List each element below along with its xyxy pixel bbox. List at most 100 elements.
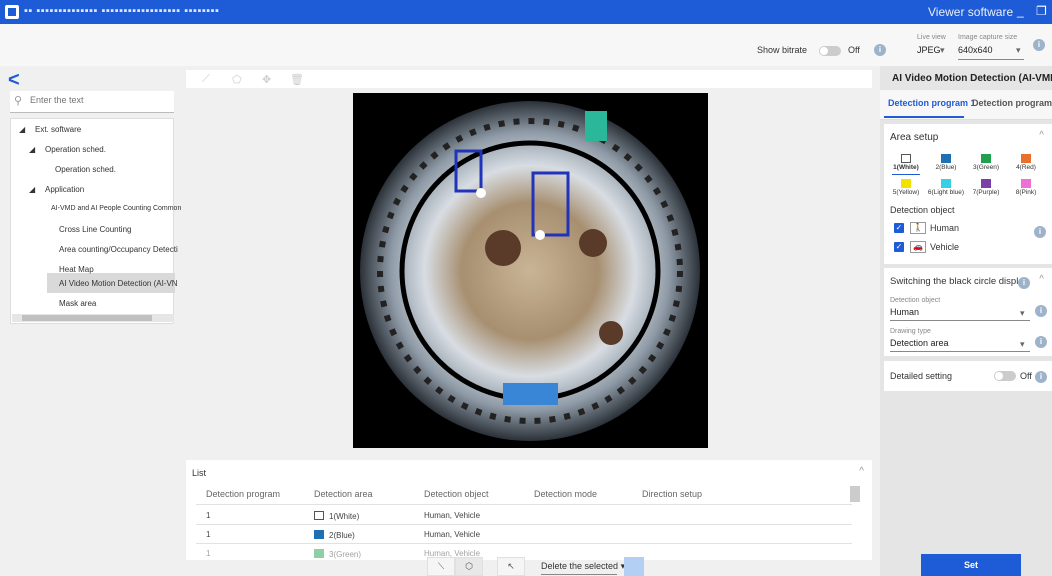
area-handle[interactable] — [476, 188, 486, 198]
delete-tool-icon[interactable]: 🗑 — [290, 73, 304, 86]
black-circle-card: Switching the black circle displa i ^ De… — [884, 268, 1052, 356]
tree-item-operation-sched-child[interactable]: Operation sched. — [55, 165, 116, 174]
chevron-down-icon[interactable]: ▾ — [1020, 339, 1025, 350]
area-setup-card: Area setup ^ 1(White) 2(Blue) 3(Green) 4… — [884, 124, 1052, 264]
delete-selected-dropdown[interactable]: Delete the selected ▾ — [541, 561, 625, 572]
header-direction[interactable]: Direction setup — [642, 489, 702, 499]
header-area[interactable]: Detection area — [314, 489, 373, 499]
row-divider — [196, 524, 852, 525]
area-color-5[interactable]: 5(Yellow) — [886, 179, 926, 196]
header-program[interactable]: Detection program — [206, 489, 280, 499]
object-info-icon[interactable]: i — [1034, 226, 1046, 238]
select-underline — [890, 351, 1030, 352]
polygon-tool-icon[interactable]: ⬡ — [455, 557, 483, 576]
settings-panel: AI Video Motion Detection (AI-VMD) Detec… — [880, 66, 1052, 576]
horizontal-scrollbar[interactable] — [12, 314, 174, 322]
table-cell-area[interactable]: 1(White) — [314, 511, 359, 521]
area-color-2[interactable]: 2(Blue) — [926, 154, 966, 171]
vehicle-checkbox[interactable]: ✓ — [894, 242, 904, 252]
tree-item-operation-sched[interactable]: Operation sched. — [45, 145, 106, 154]
detailed-setting-card: Detailed setting Off i — [884, 361, 1052, 391]
chevron-up-icon[interactable]: ^ — [1039, 274, 1044, 285]
list-title: List — [192, 468, 207, 478]
tree-arrow-icon[interactable]: ◢ — [29, 185, 35, 194]
restore-button[interactable]: ❐ — [1036, 4, 1047, 18]
black-circle-info-icon[interactable]: i — [1018, 277, 1030, 289]
trash-icon[interactable] — [624, 557, 644, 576]
window-title: ▪▪ ▪▪▪▪▪▪▪▪▪▪▪▪▪▪ ▪▪▪▪▪▪▪▪▪▪▪▪▪▪▪▪▪▪ ▪▪▪… — [24, 5, 220, 17]
detailed-setting-label: Detailed setting — [890, 371, 953, 381]
area-color-6[interactable]: 6(Light blue) — [926, 179, 966, 196]
minimize-button[interactable]: _ — [1017, 4, 1024, 18]
area-color-1[interactable]: 1(White) — [886, 154, 926, 171]
area-color-3[interactable]: 3(Green) — [966, 154, 1006, 171]
chevron-down-icon[interactable]: ▾ — [1020, 308, 1025, 319]
bitrate-info-icon[interactable]: i — [874, 44, 886, 56]
header-object[interactable]: Detection object — [424, 489, 489, 499]
chevron-down-icon[interactable]: ▾ — [1016, 45, 1021, 56]
tree-item-mask-area[interactable]: Mask area — [59, 299, 96, 308]
tab-detection-program-1[interactable]: Detection program 1 — [888, 98, 976, 108]
row-divider — [196, 504, 852, 505]
drawing-type-info-icon[interactable]: i — [1035, 336, 1047, 348]
detection-object-select[interactable]: Human — [890, 307, 919, 317]
tree-item-ai-vmd[interactable]: AI Video Motion Detection (AI-VN — [59, 279, 178, 288]
table-row[interactable]: 1 — [206, 549, 210, 558]
move-tool-icon[interactable]: ✥ — [262, 73, 271, 86]
back-arrow-icon[interactable]: < — [8, 69, 20, 92]
scrollbar-thumb[interactable] — [22, 315, 152, 321]
line-tool-icon[interactable]: ⟋ — [202, 73, 210, 86]
capture-info-icon[interactable]: i — [1033, 39, 1045, 51]
capture-size-select[interactable]: 640x640 — [958, 45, 993, 55]
tree-item-heat-map[interactable]: Heat Map — [59, 265, 94, 274]
set-button[interactable]: Set — [921, 554, 1021, 576]
select-underline — [958, 59, 1024, 60]
vehicle-icon: 🚗 — [910, 241, 926, 253]
live-view-select[interactable]: JPEG — [917, 45, 941, 55]
vertical-scrollbar[interactable] — [850, 478, 860, 554]
tree-item-area-counting[interactable]: Area counting/Occupancy Detecti — [59, 245, 178, 254]
search-input[interactable] — [30, 95, 170, 105]
tree-item-ext-software[interactable]: Ext. software — [35, 125, 81, 134]
drawing-type-select[interactable]: Detection area — [890, 338, 949, 348]
tree-arrow-icon[interactable]: ◢ — [29, 145, 35, 154]
chevron-up-icon[interactable]: ^ — [1039, 130, 1044, 141]
area-swatch — [314, 549, 324, 558]
camera-view[interactable] — [353, 93, 708, 448]
polygon-tool-icon[interactable]: ⬠ — [232, 73, 242, 86]
table-cell-area[interactable]: 2(Blue) — [314, 530, 355, 540]
tree-arrow-icon[interactable]: ◢ — [19, 125, 25, 134]
chevron-up-icon[interactable]: ^ — [859, 466, 864, 477]
bitrate-toggle[interactable] — [819, 46, 841, 56]
table-row[interactable]: 1 — [206, 530, 210, 539]
chevron-down-icon[interactable]: ▾ — [940, 45, 945, 56]
table-cell-object: Human, Vehicle — [424, 511, 481, 520]
detailed-info-icon[interactable]: i — [1035, 371, 1047, 383]
tree-item-cross-line[interactable]: Cross Line Counting — [59, 225, 131, 234]
area-color-7[interactable]: 7(Purple) — [966, 179, 1006, 196]
area-color-8[interactable]: 8(Pink) — [1006, 179, 1046, 196]
table-row[interactable]: 1 — [206, 511, 210, 520]
area-handle[interactable] — [535, 230, 545, 240]
panel-title: AI Video Motion Detection (AI-VMD) — [892, 73, 1052, 84]
detailed-setting-toggle[interactable] — [994, 371, 1016, 381]
program-tabs: Detection program 1 Detection program 2 — [880, 90, 1052, 120]
line-tool-icon[interactable]: ⟍ — [427, 557, 455, 576]
scrollbar-thumb[interactable] — [850, 486, 860, 502]
dropdown-underline — [541, 574, 617, 575]
tree-item-ai-common[interactable]: AI-VMD and AI People Counting Common — [51, 205, 181, 212]
object-select-info-icon[interactable]: i — [1035, 305, 1047, 317]
tree-item-application[interactable]: Application — [45, 185, 84, 194]
cursor-tool-icon[interactable]: ↖ — [497, 557, 525, 576]
header-mode[interactable]: Detection mode — [534, 489, 597, 499]
bottom-toolbar: ⟍ ⬡ ↖ Delete the selected ▾ — [427, 557, 644, 576]
search-box: ⚲ — [10, 91, 174, 113]
fisheye-image — [360, 101, 700, 441]
tab-detection-program-2[interactable]: Detection program 2 — [972, 98, 1052, 108]
table-cell-area[interactable]: 3(Green) — [314, 549, 361, 559]
human-checkbox[interactable]: ✓ — [894, 223, 904, 233]
select-underline — [890, 320, 1030, 321]
drawing-type-label: Drawing type — [890, 328, 931, 335]
area-color-4[interactable]: 4(Red) — [1006, 154, 1046, 171]
top-bar: Show bitrate Off i Live view JPEG ▾ Imag… — [0, 24, 1052, 66]
